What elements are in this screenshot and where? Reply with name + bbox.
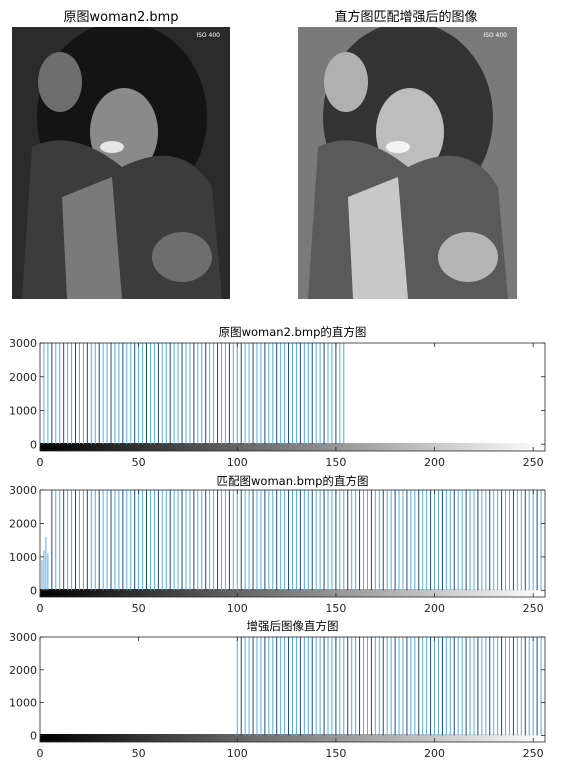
x-tick-label: 250 — [523, 456, 544, 469]
histogram-title: 匹配图woman.bmp的直方图 — [217, 474, 369, 488]
x-tick-label: 50 — [132, 602, 146, 615]
histogram-1: 原图woman2.bmp的直方图 0 50 100 150 200 250 0 1000 2000… — [9, 325, 546, 469]
y-tick-label: 2000 — [9, 371, 37, 384]
x-tick-label: 250 — [523, 602, 544, 615]
x-tick-label: 200 — [424, 747, 445, 760]
x-tick-label: 0 — [37, 602, 44, 615]
y-tick-label: 0 — [30, 729, 37, 742]
y-tick-label: 3000 — [9, 631, 37, 644]
x-tick-label: 200 — [424, 602, 445, 615]
x-tick-label: 100 — [227, 602, 248, 615]
histogram-title: 原图woman2.bmp的直方图 — [219, 325, 367, 339]
y-tick-label: 1000 — [9, 551, 37, 564]
y-tick-label: 1000 — [9, 405, 37, 418]
x-tick-label: 0 — [37, 747, 44, 760]
y-tick-label: 2000 — [9, 664, 37, 677]
x-tick-label: 100 — [227, 456, 248, 469]
x-tick-label: 0 — [37, 456, 44, 469]
x-tick-label: 200 — [424, 456, 445, 469]
y-tick-label: 1000 — [9, 697, 37, 710]
x-tick-label: 150 — [325, 602, 346, 615]
y-tick-label: 0 — [30, 438, 37, 451]
histogram-title: 增强后图像直方图 — [247, 619, 339, 633]
x-tick-label: 100 — [227, 747, 248, 760]
histogram-2: 匹配图woman.bmp的直方图 0 50 100 150 200 250 0 1000 2000… — [9, 474, 546, 615]
y-tick-label: 2000 — [9, 517, 37, 530]
y-tick-label: 3000 — [9, 337, 37, 350]
x-tick-label: 50 — [132, 456, 146, 469]
y-tick-label: 0 — [30, 584, 37, 597]
histogram-plots: 原图woman2.bmp的直方图0 50 100 150 200 250010002000… — [9, 325, 546, 760]
y-tick-label: 3000 — [9, 484, 37, 497]
histogram-3: 增强后图像直方图 0 50 100 150 200 250 0 1000 2000 3000 — [9, 619, 546, 760]
x-tick-label: 150 — [325, 456, 346, 469]
x-tick-label: 250 — [523, 747, 544, 760]
x-tick-label: 50 — [132, 747, 146, 760]
x-tick-label: 150 — [325, 747, 346, 760]
